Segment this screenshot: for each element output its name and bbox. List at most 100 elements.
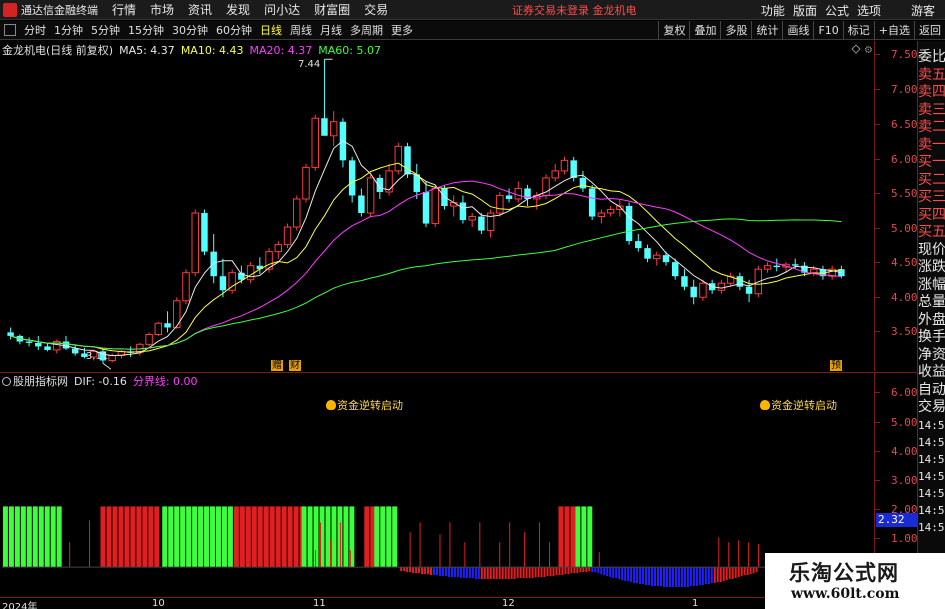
tab-daily[interactable]: 日线 <box>260 22 282 38</box>
price-axis: 7.50 7.00 6.50 6.00 5.50 5.00 4.50 4.00 … <box>874 41 918 371</box>
side-time: 14:56 <box>918 418 945 432</box>
indicator-neg-bar <box>409 567 412 573</box>
indicator-name[interactable]: 股朋指标网 <box>13 373 68 389</box>
indicator-axis-label: 3.00 <box>891 474 918 487</box>
tab-60min[interactable]: 60分钟 <box>216 22 252 38</box>
tab-1min[interactable]: 1分钟 <box>54 22 83 38</box>
candle <box>329 121 338 137</box>
candle <box>293 198 301 228</box>
indicator-bar <box>210 506 215 568</box>
menu-formula[interactable]: 公式 <box>825 2 849 19</box>
indicator-chart[interactable] <box>0 372 874 597</box>
indicator-bar <box>100 506 106 568</box>
tab-5min[interactable]: 5分钟 <box>91 22 120 38</box>
stock-name: 金龙机电(日线 前复权) <box>2 44 114 57</box>
menu-quotes[interactable]: 行情 <box>112 1 136 18</box>
candle <box>358 195 365 214</box>
kline-chart[interactable]: ⚙ <box>0 41 874 371</box>
back-button[interactable]: 返回 <box>914 21 945 40</box>
price-tick <box>875 331 880 332</box>
menu-trade[interactable]: 交易 <box>364 1 388 18</box>
settings-diamond-icon <box>851 44 861 54</box>
ma60-line <box>10 218 842 350</box>
side-item-buy3: 买三 <box>918 189 945 205</box>
indicator-neg-bar <box>657 567 660 587</box>
side-item-sell1: 卖一 <box>918 136 945 153</box>
indicator-neg-bar <box>695 567 698 587</box>
menubar: 通达信金融终端 行情 市场 资讯 发现 问小达 财富圈 交易 证券交易未登录 金… <box>0 0 945 20</box>
candle <box>514 187 523 200</box>
price-axis-label: 6.00 <box>891 153 918 166</box>
signal-label: 资金逆转启动 <box>326 397 403 413</box>
menu-options[interactable]: 选项 <box>857 2 881 19</box>
adjust-button[interactable]: 复权 <box>658 21 689 40</box>
indicator-neg-bar <box>600 567 603 575</box>
signal-text: 资金逆转启动 <box>771 399 837 412</box>
indicator-neg-bar <box>579 567 582 573</box>
date-label: 1 <box>692 598 699 609</box>
event-tag-forecast[interactable]: 预 <box>830 360 842 371</box>
indicator-neg-bar <box>459 567 462 579</box>
ma5-label: MA5: 4.37 <box>119 43 175 57</box>
tab-monthly[interactable]: 月线 <box>320 22 342 38</box>
indicator-neg-bar <box>465 567 468 579</box>
menu-wealth[interactable]: 财富圈 <box>314 1 350 18</box>
candle <box>597 212 606 218</box>
side-time: 14:56 <box>918 486 945 500</box>
indicator-neg-bar <box>654 567 657 587</box>
draw-line-button[interactable]: 画线 <box>782 21 813 40</box>
candle <box>579 177 587 189</box>
candle <box>635 241 642 249</box>
indicator-bar <box>142 506 148 568</box>
toolbar-square-icon[interactable] <box>4 24 16 36</box>
side-item-buy1: 买一 <box>918 154 945 170</box>
tab-15min[interactable]: 15分钟 <box>128 22 164 38</box>
indicator-bar <box>587 506 593 568</box>
panel-collapse-icon[interactable] <box>918 41 945 49</box>
menu-discover[interactable]: 发现 <box>226 1 250 18</box>
candle <box>551 170 559 179</box>
tab-30min[interactable]: 30分钟 <box>172 22 208 38</box>
side-item-trade[interactable]: 交易 <box>918 399 945 417</box>
event-tag-finance[interactable]: 财 <box>289 360 301 371</box>
indicator-neg-bar <box>430 567 433 576</box>
candle <box>459 202 467 221</box>
side-time: 14:56 <box>918 452 945 466</box>
indicator-neg-bar <box>686 567 689 588</box>
add-watchlist-button[interactable]: +自选 <box>873 21 914 40</box>
menu-news[interactable]: 资讯 <box>188 1 212 18</box>
f10-button[interactable]: F10 <box>813 21 842 40</box>
indicator-bar <box>364 506 370 568</box>
menu-ask[interactable]: 问小达 <box>264 1 300 18</box>
tab-more[interactable]: 更多 <box>391 22 413 38</box>
indicator-neg-bar <box>453 567 456 578</box>
tab-multi-period[interactable]: 多周期 <box>350 22 383 38</box>
login-status[interactable]: 证券交易未登录 金龙机电 <box>512 2 637 18</box>
ma10-label: MA10: 4.43 <box>180 43 244 57</box>
indicator-neg-bar <box>492 567 495 580</box>
candle <box>25 341 33 343</box>
indicator-tick <box>875 509 880 510</box>
date-label: 12 <box>502 598 515 609</box>
indicator-tick <box>875 538 880 539</box>
indicator-neg-bar <box>710 567 713 584</box>
mark-button[interactable]: 标记 <box>842 21 874 40</box>
menu-market[interactable]: 市场 <box>150 1 174 18</box>
tab-weekly[interactable]: 周线 <box>290 22 312 38</box>
menu-function[interactable]: 功能 <box>761 2 785 19</box>
low-marker <box>102 362 112 370</box>
overlay-button[interactable]: 叠加 <box>689 21 720 40</box>
side-item-auto[interactable]: 自动 <box>918 382 945 400</box>
indicator-bar <box>186 506 192 568</box>
statistics-button[interactable]: 统计 <box>751 21 782 40</box>
indicator-neg-bar <box>528 567 531 579</box>
guest-label[interactable]: 游客 <box>911 2 935 19</box>
event-tag-gift[interactable]: 赠 <box>271 360 283 371</box>
candle <box>717 282 726 291</box>
indicator-toggle-icon[interactable] <box>2 376 11 386</box>
menu-layout[interactable]: 版面 <box>793 2 817 19</box>
indicator-neg-bar <box>438 567 441 577</box>
tab-intraday[interactable]: 分时 <box>24 22 46 38</box>
multi-stock-button[interactable]: 多股 <box>720 21 751 40</box>
indicator-neg-bar <box>746 567 749 576</box>
